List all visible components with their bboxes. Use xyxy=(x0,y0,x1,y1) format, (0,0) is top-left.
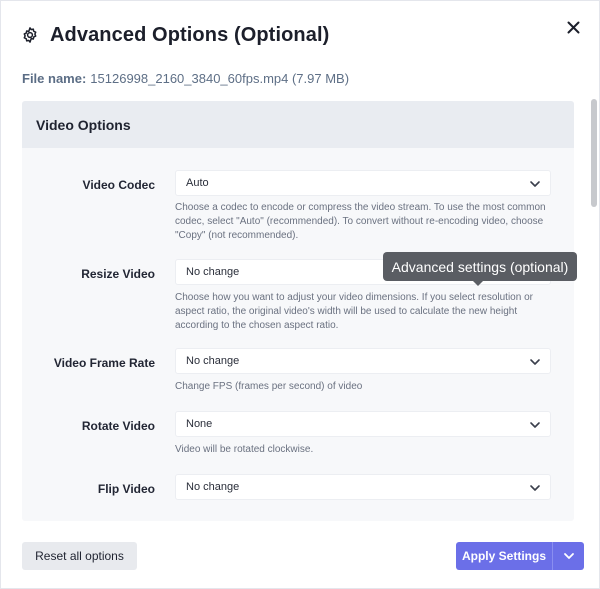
video-codec-help: Choose a codec to encode or compress the… xyxy=(175,202,546,241)
close-icon xyxy=(567,21,579,33)
chevron-down-icon xyxy=(530,359,540,365)
gear-icon xyxy=(21,26,39,44)
advanced-settings-tooltip: Advanced settings (optional) xyxy=(383,252,577,286)
video-frame-rate-value: No change xyxy=(186,355,240,367)
tooltip-arrow xyxy=(473,281,483,286)
dialog-title: Advanced Options (Optional) xyxy=(50,23,330,46)
rotate-video-label: Rotate Video xyxy=(81,419,155,433)
tooltip-text: Advanced settings (optional) xyxy=(391,258,569,275)
rotate-video-help: Video will be rotated clockwise. xyxy=(175,444,314,455)
resize-video-help: Choose how you want to adjust your video… xyxy=(175,292,533,331)
file-name-label: File name: xyxy=(22,71,87,86)
flip-video-value: No change xyxy=(186,481,240,493)
advanced-options-dialog: Advanced Options (Optional) File name: 15… xyxy=(0,0,600,589)
resize-video-value: No change xyxy=(186,266,240,278)
reset-all-options-button[interactable]: Reset all options xyxy=(22,542,137,570)
flip-video-select[interactable]: No change xyxy=(175,474,551,500)
rotate-video-select[interactable]: None xyxy=(175,411,551,437)
file-name-value: 15126998_2160_3840_60fps.mp4 (7.97 MB) xyxy=(90,71,350,86)
apply-settings-dropdown-button[interactable] xyxy=(553,542,584,570)
scrollbar-thumb[interactable] xyxy=(591,99,597,207)
close-button[interactable] xyxy=(563,17,583,37)
resize-video-label: Resize Video xyxy=(81,267,155,281)
video-codec-select[interactable]: Auto xyxy=(175,170,551,196)
section-title: Video Options xyxy=(22,101,574,148)
video-frame-rate-help: Change FPS (frames per second) of video xyxy=(175,381,363,392)
rotate-video-value: None xyxy=(186,418,213,430)
file-name-line: File name: 15126998_2160_3840_60fps.mp4 (… xyxy=(22,71,349,86)
dialog-header: Advanced Options (Optional) xyxy=(21,21,329,49)
apply-settings-split-button: Apply Settings xyxy=(456,542,584,570)
flip-video-label: Flip Video xyxy=(97,482,155,496)
chevron-down-icon xyxy=(530,485,540,491)
video-codec-value: Auto xyxy=(186,177,209,189)
video-codec-label: Video Codec xyxy=(82,178,155,192)
video-options-panel: Video Options Video Codec Auto Choose a … xyxy=(22,101,574,521)
video-frame-rate-select[interactable]: No change xyxy=(175,348,551,374)
chevron-down-icon xyxy=(530,181,540,187)
apply-settings-button[interactable]: Apply Settings xyxy=(456,542,552,570)
chevron-down-icon xyxy=(530,422,540,428)
video-frame-rate-label: Video Frame Rate xyxy=(53,356,155,370)
chevron-down-icon xyxy=(563,553,574,559)
